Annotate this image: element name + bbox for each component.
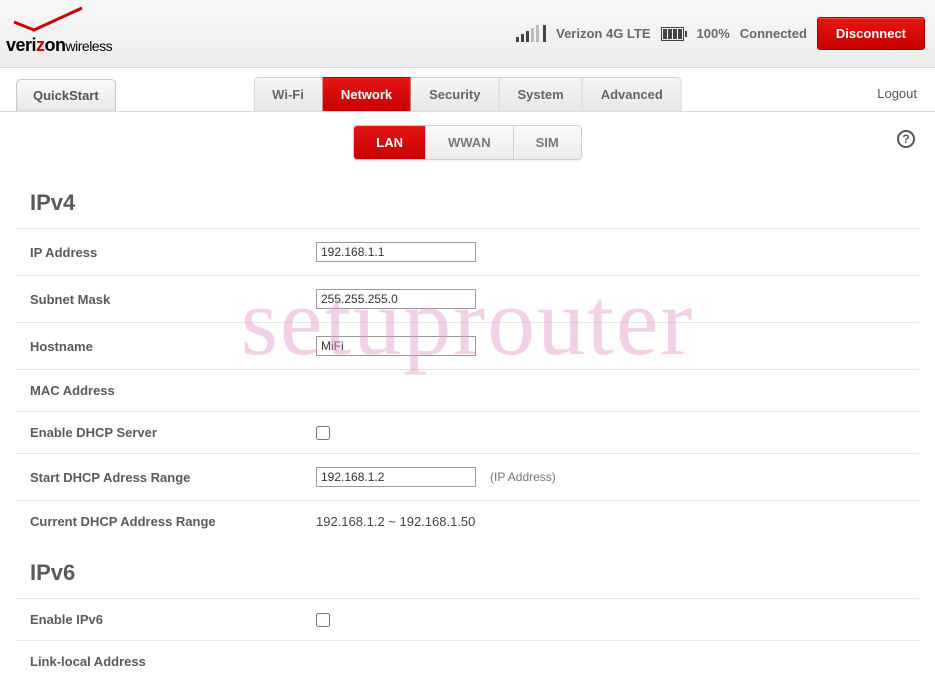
checkbox-enable-ipv6[interactable] xyxy=(316,613,330,627)
input-hostname[interactable] xyxy=(316,336,476,356)
ipv6-panel: IPv6 Enable IPv6 Link-local Address xyxy=(0,542,935,682)
verizon-logo: verizonwireless xyxy=(4,6,134,62)
label-enable-ipv6: Enable IPv6 xyxy=(30,612,316,627)
row-subnet-mask: Subnet Mask xyxy=(16,275,919,322)
header-bar: verizonwireless Verizon 4G LTE 100% Conn… xyxy=(0,0,935,68)
value-dhcp-current: 192.168.1.2 ~ 192.168.1.50 xyxy=(316,514,475,529)
signal-strength-icon xyxy=(516,26,546,42)
label-dhcp-current: Current DHCP Address Range xyxy=(30,514,316,529)
help-icon[interactable]: ? xyxy=(897,130,915,148)
tab-system[interactable]: System xyxy=(499,77,582,111)
ipv6-title: IPv6 xyxy=(16,542,919,598)
label-enable-dhcp: Enable DHCP Server xyxy=(30,425,316,440)
battery-icon xyxy=(661,27,687,41)
input-ip-address[interactable] xyxy=(316,242,476,262)
content-area: LAN WWAN SIM ? setuprouter IPv4 IP Addre… xyxy=(0,112,935,692)
row-link-local: Link-local Address xyxy=(16,640,919,682)
tab-security[interactable]: Security xyxy=(411,77,499,111)
logo-text-z: z xyxy=(36,35,45,55)
sub-tabs-row: LAN WWAN SIM ? xyxy=(0,112,935,172)
battery-percent: 100% xyxy=(697,26,730,41)
row-mac-address: MAC Address xyxy=(16,369,919,411)
input-subnet-mask[interactable] xyxy=(316,289,476,309)
logo-text-post: on xyxy=(45,35,66,55)
logo-checkmark-icon xyxy=(4,6,84,36)
carrier-label: Verizon 4G LTE xyxy=(556,26,650,41)
quickstart-tab[interactable]: QuickStart xyxy=(16,79,116,111)
disconnect-button[interactable]: Disconnect xyxy=(817,17,925,50)
row-ip-address: IP Address xyxy=(16,228,919,275)
label-ip-address: IP Address xyxy=(30,245,316,260)
subtab-lan[interactable]: LAN xyxy=(354,126,425,159)
connection-state: Connected xyxy=(740,26,807,41)
status-area: Verizon 4G LTE 100% Connected Disconnect xyxy=(516,17,925,50)
label-hostname: Hostname xyxy=(30,339,316,354)
tab-advanced[interactable]: Advanced xyxy=(583,77,682,111)
sub-tabs: LAN WWAN SIM xyxy=(353,125,581,160)
logout-link[interactable]: Logout xyxy=(877,86,917,101)
main-tabs: Wi-Fi Network Security System Advanced xyxy=(253,77,682,111)
nav-row: QuickStart Wi-Fi Network Security System… xyxy=(0,68,935,112)
ipv4-title: IPv4 xyxy=(16,172,919,228)
label-mac-address: MAC Address xyxy=(30,383,316,398)
row-dhcp-current: Current DHCP Address Range 192.168.1.2 ~… xyxy=(16,500,919,542)
label-link-local: Link-local Address xyxy=(30,654,316,669)
checkbox-enable-dhcp[interactable] xyxy=(316,426,330,440)
logo-text-pre: veri xyxy=(6,35,36,55)
tab-network[interactable]: Network xyxy=(323,77,411,111)
subtab-wwan[interactable]: WWAN xyxy=(425,126,513,159)
row-hostname: Hostname xyxy=(16,322,919,369)
hint-dhcp-start: (IP Address) xyxy=(490,470,556,484)
row-enable-dhcp: Enable DHCP Server xyxy=(16,411,919,453)
ipv4-panel: IPv4 IP Address Subnet Mask Hostname MAC… xyxy=(0,172,935,542)
subtab-sim[interactable]: SIM xyxy=(513,126,581,159)
input-dhcp-start[interactable] xyxy=(316,467,476,487)
label-subnet-mask: Subnet Mask xyxy=(30,292,316,307)
logo-text-sub: wireless xyxy=(66,38,113,54)
tab-wifi[interactable]: Wi-Fi xyxy=(253,77,323,111)
row-enable-ipv6: Enable IPv6 xyxy=(16,598,919,640)
row-dhcp-start: Start DHCP Adress Range (IP Address) xyxy=(16,453,919,500)
label-dhcp-start: Start DHCP Adress Range xyxy=(30,470,316,485)
